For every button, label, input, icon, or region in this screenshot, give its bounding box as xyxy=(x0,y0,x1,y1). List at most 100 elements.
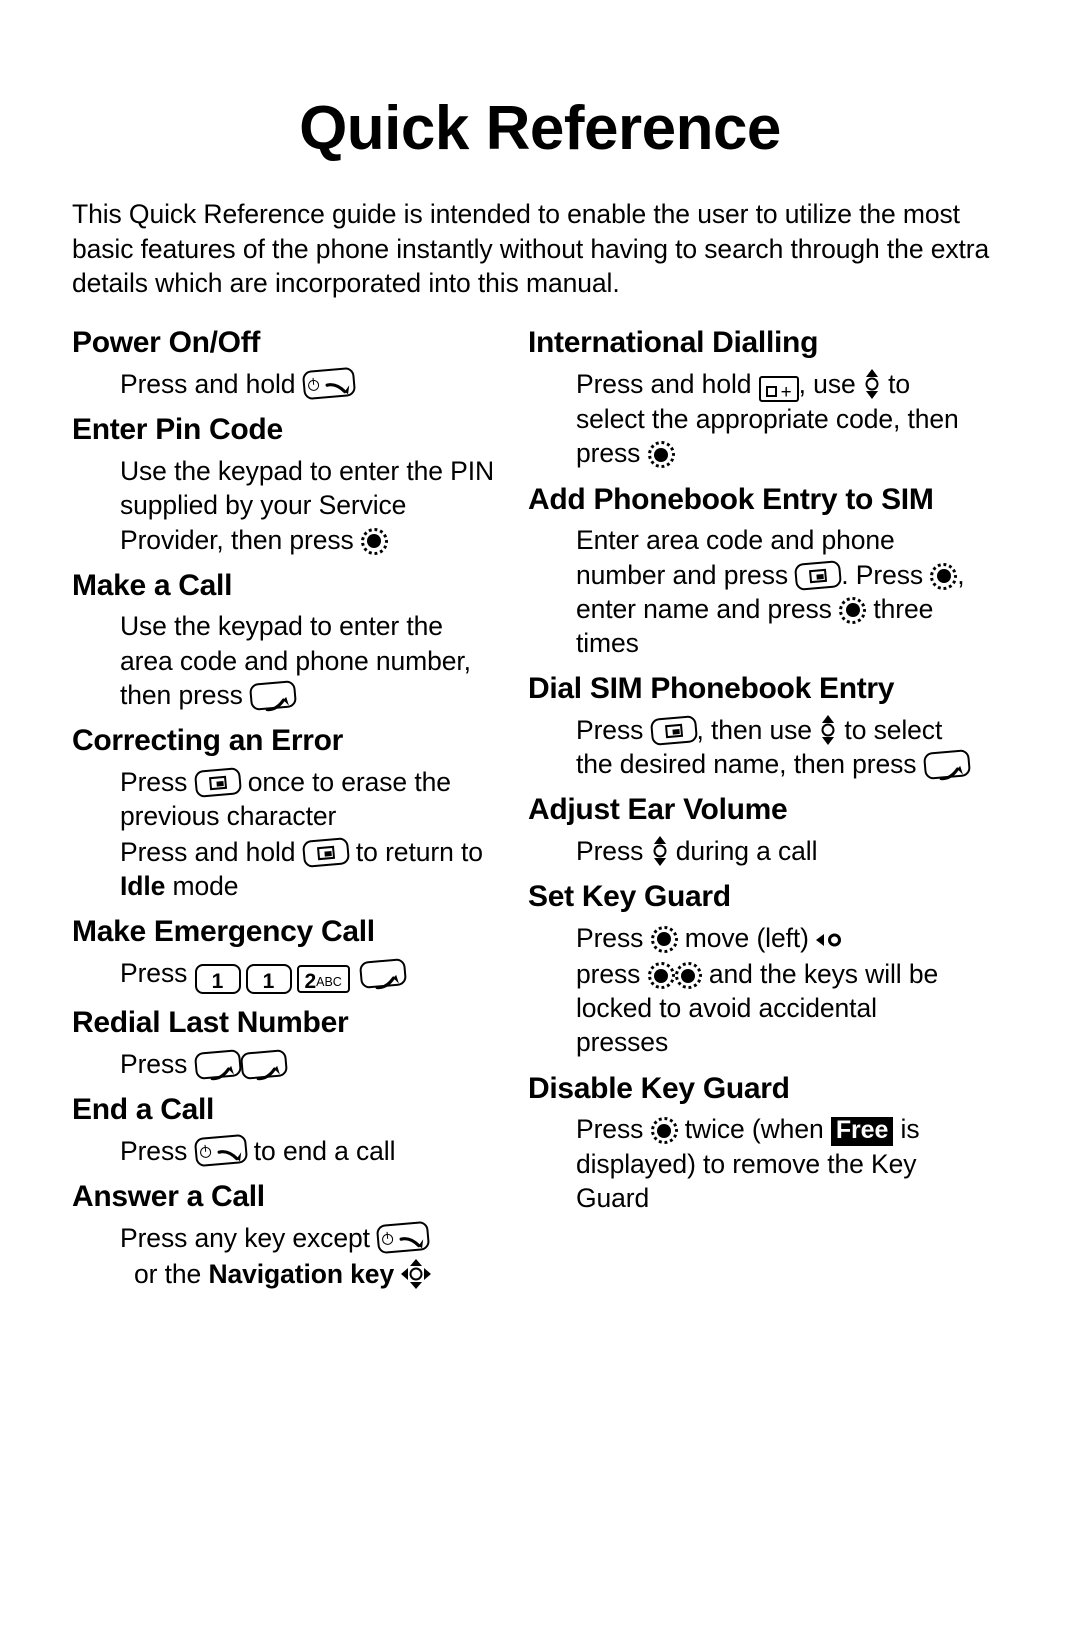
instruction-text: or the xyxy=(134,1259,209,1290)
section-add-phonebook-entry-to-sim: Add Phonebook Entry to SIM Enter area co… xyxy=(528,483,970,660)
intro-paragraph: This Quick Reference guide is intended t… xyxy=(72,199,990,298)
instruction-text: . Press xyxy=(841,559,931,590)
move-left-key-icon xyxy=(816,931,842,949)
instruction-line: Enter area code and phone number and pre… xyxy=(576,523,970,660)
section-body: Use the keypad to enter the area code an… xyxy=(72,609,502,712)
instruction-line: Press during a call xyxy=(576,834,970,868)
section-body: Press , then use to select the desired n… xyxy=(528,713,971,781)
section-body: Press to end a call xyxy=(72,1133,502,1168)
clear-key-icon xyxy=(301,837,350,869)
instruction-line: Press twice (when Free is displayed) to … xyxy=(576,1112,970,1215)
section-heading: Dial SIM Phonebook Entry xyxy=(528,672,895,706)
free-status-badge: Free xyxy=(830,1117,894,1146)
instruction-text: Press xyxy=(576,1114,651,1145)
navigation-key-emphasis: Navigation key xyxy=(208,1259,395,1290)
instruction-text: to end a call xyxy=(246,1136,396,1167)
send-call-key-icon xyxy=(922,749,971,781)
plus-symbol: + xyxy=(780,382,792,404)
up-down-nav-key-icon xyxy=(863,369,881,400)
key-letters: ABC xyxy=(316,975,342,990)
instruction-text: mode xyxy=(165,871,239,902)
section-international-dialling: International Dialling Press and hold +,… xyxy=(528,326,970,470)
instruction-text: , then use xyxy=(696,714,820,745)
section-redial-last-number: Redial Last Number Press xyxy=(72,1006,502,1081)
instruction-text: Use the keypad to enter the PIN supplied… xyxy=(120,456,495,555)
idle-mode-emphasis: Idle xyxy=(120,871,166,902)
section-body: Press move (left) press and the keys wil… xyxy=(528,921,970,1060)
section-heading: International Dialling xyxy=(528,326,819,360)
instruction-text: twice (when xyxy=(677,1114,831,1145)
instruction-text: Press any key except xyxy=(120,1223,378,1254)
key-1-icon: 1 xyxy=(245,964,292,995)
clear-key-icon xyxy=(794,559,843,591)
instruction-line: Press any key except xyxy=(120,1220,502,1255)
ok-select-key-icon xyxy=(647,441,675,469)
instruction-line: Press and hold +, use to select the appr… xyxy=(576,367,970,470)
right-column: International Dialling Press and hold +,… xyxy=(528,326,971,1217)
key-digit: 2 xyxy=(304,970,317,994)
ok-select-key-icon xyxy=(930,562,958,590)
send-call-key-icon xyxy=(358,958,407,990)
instruction-line: Press and hold xyxy=(120,366,502,401)
section-body: Press and hold +, use to select the appr… xyxy=(528,367,970,470)
instruction-text: Press xyxy=(120,1136,195,1167)
key-digit: 1 xyxy=(262,970,275,994)
section-heading: Enter Pin Code xyxy=(72,413,283,447)
instruction-text: during a call xyxy=(668,835,818,866)
section-body: Press during a call xyxy=(528,834,970,868)
ok-select-key-icon xyxy=(650,1117,678,1145)
section-end-a-call: End a Call Press to end a call xyxy=(72,1093,502,1168)
section-body: Press 1 1 2ABC xyxy=(72,956,502,995)
key-2abc-icon: 2ABC xyxy=(296,965,350,994)
instruction-text: move (left) xyxy=(677,922,817,953)
section-adjust-ear-volume: Adjust Ear Volume Press during a call xyxy=(528,793,970,868)
section-body: Enter area code and phone number and pre… xyxy=(528,523,970,660)
section-body: Press once to erase the previous charact… xyxy=(72,765,502,904)
quick-reference-page: Quick Reference This Quick Reference gui… xyxy=(0,0,1080,1632)
up-down-nav-key-icon xyxy=(651,835,669,866)
key-digit: 1 xyxy=(211,970,224,994)
power-end-key-icon xyxy=(193,1133,248,1168)
instruction-line: Use the keypad to enter the PIN supplied… xyxy=(120,454,502,557)
section-heading: Answer a Call xyxy=(72,1180,265,1214)
instruction-line: Press and hold to return to Idle mode xyxy=(120,835,502,903)
instruction-line: Press move (left) xyxy=(576,921,970,955)
ok-select-key-icon xyxy=(650,925,678,953)
section-correcting-an-error: Correcting an Error Press once to erase … xyxy=(72,724,502,903)
instruction-line: Press , then use to select the desired n… xyxy=(576,713,971,781)
instruction-text: Press and hold xyxy=(120,837,303,868)
instruction-line: Use the keypad to enter the area code an… xyxy=(120,609,502,712)
instruction-text: Press xyxy=(576,922,651,953)
power-end-key-icon xyxy=(301,366,356,401)
key-1-icon: 1 xyxy=(194,964,241,995)
instruction-line: Press to end a call xyxy=(120,1133,502,1168)
ok-select-key-icon xyxy=(839,596,867,624)
left-column: Power On/Off Press and hold Enter Pin Co… xyxy=(72,326,502,1293)
section-heading: Set Key Guard xyxy=(528,880,731,914)
send-call-key-icon xyxy=(248,679,298,711)
section-body: Press and hold xyxy=(72,366,502,401)
section-power-on-off: Power On/Off Press and hold xyxy=(72,326,502,401)
section-heading: Disable Key Guard xyxy=(528,1071,790,1105)
send-call-key-icon xyxy=(239,1049,288,1081)
ok-select-key-icon xyxy=(360,527,388,555)
section-body: Press any key except or the Navigation k… xyxy=(72,1220,502,1291)
send-call-key-icon xyxy=(193,1049,242,1081)
instruction-text: to return to xyxy=(348,837,483,868)
instruction-line: Press xyxy=(120,1047,502,1081)
instruction-line: Press once to erase the previous charact… xyxy=(120,765,502,833)
section-dial-sim-phonebook-entry: Dial SIM Phonebook Entry Press , then us… xyxy=(528,672,971,781)
section-heading: Power On/Off xyxy=(72,326,261,360)
two-column-layout: Power On/Off Press and hold Enter Pin Co… xyxy=(72,326,1008,1293)
zero-plus-key-icon: + xyxy=(758,376,799,404)
instruction-text: , use xyxy=(798,369,863,400)
section-heading: Make Emergency Call xyxy=(72,915,375,949)
instruction-text: press xyxy=(576,959,648,990)
section-body: Use the keypad to enter the PIN supplied… xyxy=(72,454,502,557)
up-down-nav-key-icon xyxy=(819,714,837,745)
ok-select-key-icon xyxy=(647,962,675,990)
instruction-text: Press xyxy=(120,958,195,989)
instruction-text: Press and hold xyxy=(120,369,303,400)
section-heading: Adjust Ear Volume xyxy=(528,793,788,827)
section-body: Press twice (when Free is displayed) to … xyxy=(528,1112,970,1215)
